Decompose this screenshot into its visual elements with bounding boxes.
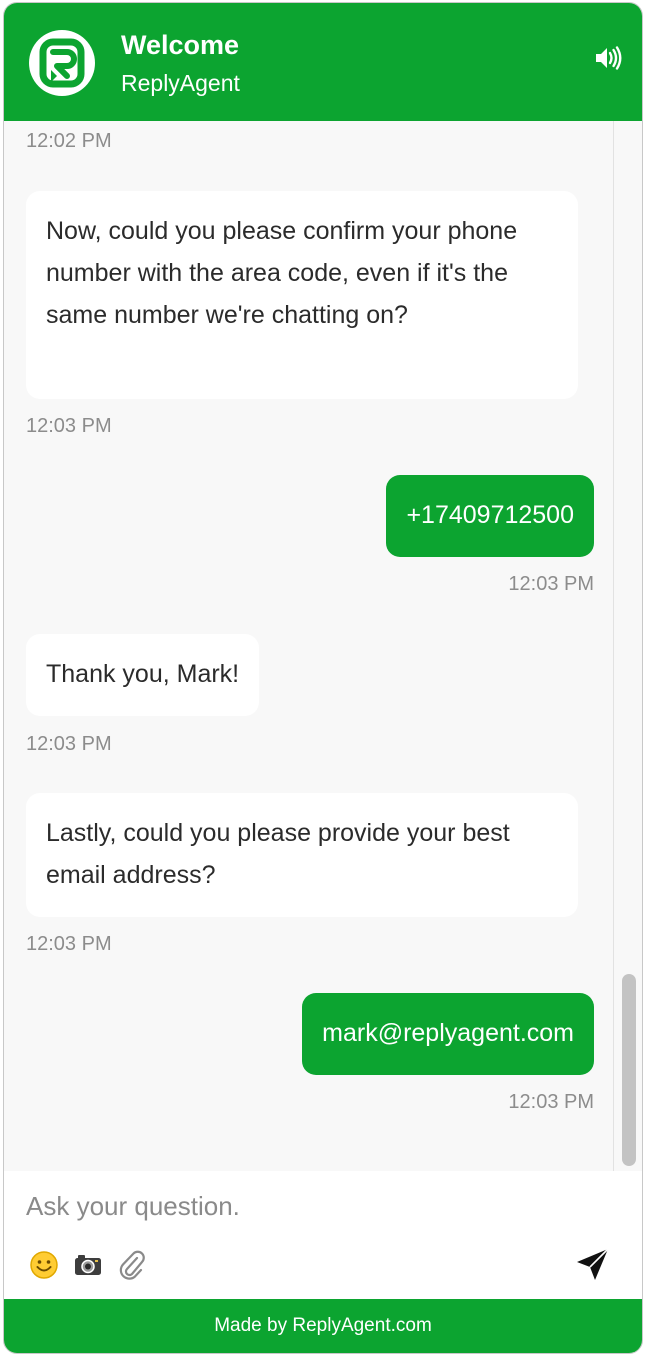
- message-list[interactable]: 12:02 PM Now, could you please confirm y…: [4, 121, 614, 1171]
- footer-branding[interactable]: Made by ReplyAgent.com: [4, 1299, 642, 1353]
- message-timestamp: 12:03 PM: [508, 573, 594, 595]
- message-input[interactable]: [24, 1185, 588, 1227]
- message-timestamp: 12:02 PM: [26, 130, 112, 152]
- user-message-bubble: +17409712500: [386, 475, 594, 557]
- message-scrollbar[interactable]: [613, 121, 642, 1171]
- camera-icon[interactable]: [72, 1249, 104, 1281]
- message-timestamp: 12:03 PM: [26, 415, 112, 437]
- chat-header: Welcome ReplyAgent: [4, 3, 642, 121]
- message-timestamp: 12:03 PM: [26, 733, 112, 755]
- bot-message-bubble: Now, could you please confirm your phone…: [26, 191, 578, 399]
- user-message-bubble: mark@replyagent.com: [302, 993, 594, 1075]
- bot-message-bubble: Thank you, Mark!: [26, 634, 260, 716]
- chat-title: Welcome: [121, 30, 240, 60]
- chat-subtitle: ReplyAgent: [121, 70, 240, 96]
- chat-widget: Welcome ReplyAgent 12:02 PM Now, could y…: [3, 2, 643, 1354]
- emoji-icon[interactable]: [28, 1249, 60, 1281]
- speaker-icon[interactable]: [592, 43, 622, 73]
- message-composer: [4, 1171, 642, 1301]
- bot-message-bubble: Lastly, could you please provide your be…: [26, 793, 578, 917]
- replyagent-logo-icon: [29, 30, 95, 96]
- message-timestamp: 12:03 PM: [508, 1091, 594, 1113]
- paperclip-icon[interactable]: [116, 1249, 148, 1281]
- send-icon[interactable]: [574, 1245, 612, 1283]
- message-timestamp: 12:03 PM: [26, 933, 112, 955]
- scrollbar-thumb[interactable]: [622, 974, 636, 1166]
